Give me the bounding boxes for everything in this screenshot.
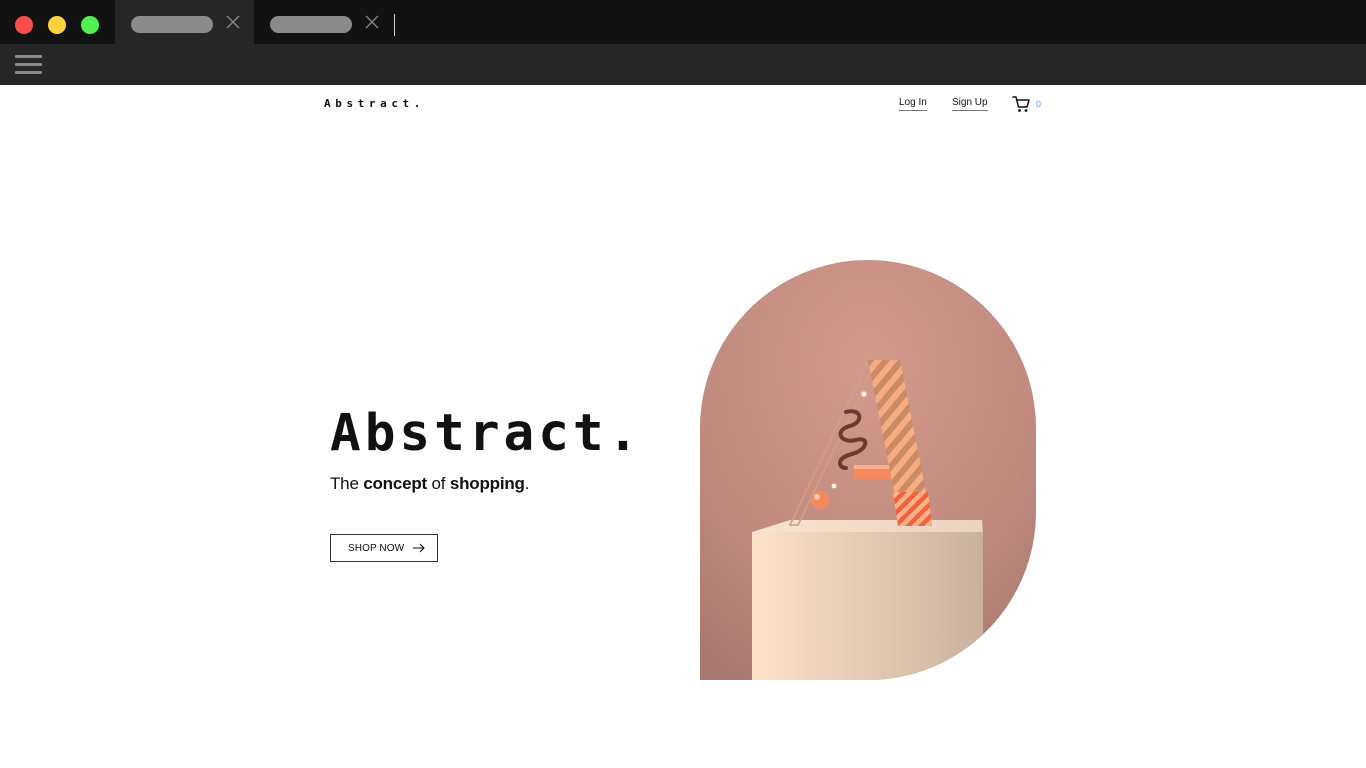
arrow-right-icon (413, 543, 425, 553)
hamburger-menu-icon[interactable] (15, 55, 42, 74)
shopping-cart-icon[interactable] (1012, 95, 1030, 113)
maximize-window-button[interactable] (81, 16, 99, 34)
close-icon[interactable] (226, 15, 240, 29)
site-logo[interactable]: Abstract. (324, 97, 425, 110)
cart-count-badge: 0 (1036, 99, 1042, 109)
tab-title-placeholder (270, 16, 352, 33)
browser-tab-active[interactable] (115, 0, 254, 44)
shop-now-button[interactable]: SHOP NOW (330, 534, 438, 562)
tab-title-placeholder (131, 16, 213, 33)
close-icon[interactable] (365, 15, 379, 29)
shop-now-label: SHOP NOW (348, 542, 405, 554)
close-window-button[interactable] (15, 16, 33, 34)
browser-toolbar (0, 44, 1366, 85)
browser-titlebar (0, 0, 1366, 44)
hero-title: Abstract. (330, 404, 643, 463)
browser-tab[interactable] (254, 0, 393, 44)
hero-image (700, 260, 1036, 680)
hero-subtitle: The concept of shopping. (330, 474, 530, 493)
signup-link[interactable]: Sign Up (952, 97, 988, 111)
login-link[interactable]: Log In (899, 97, 927, 111)
minimize-window-button[interactable] (48, 16, 66, 34)
web-page: Abstract. Log In Sign Up 0 Abstract. The… (0, 85, 1366, 768)
tab-divider (394, 14, 395, 36)
